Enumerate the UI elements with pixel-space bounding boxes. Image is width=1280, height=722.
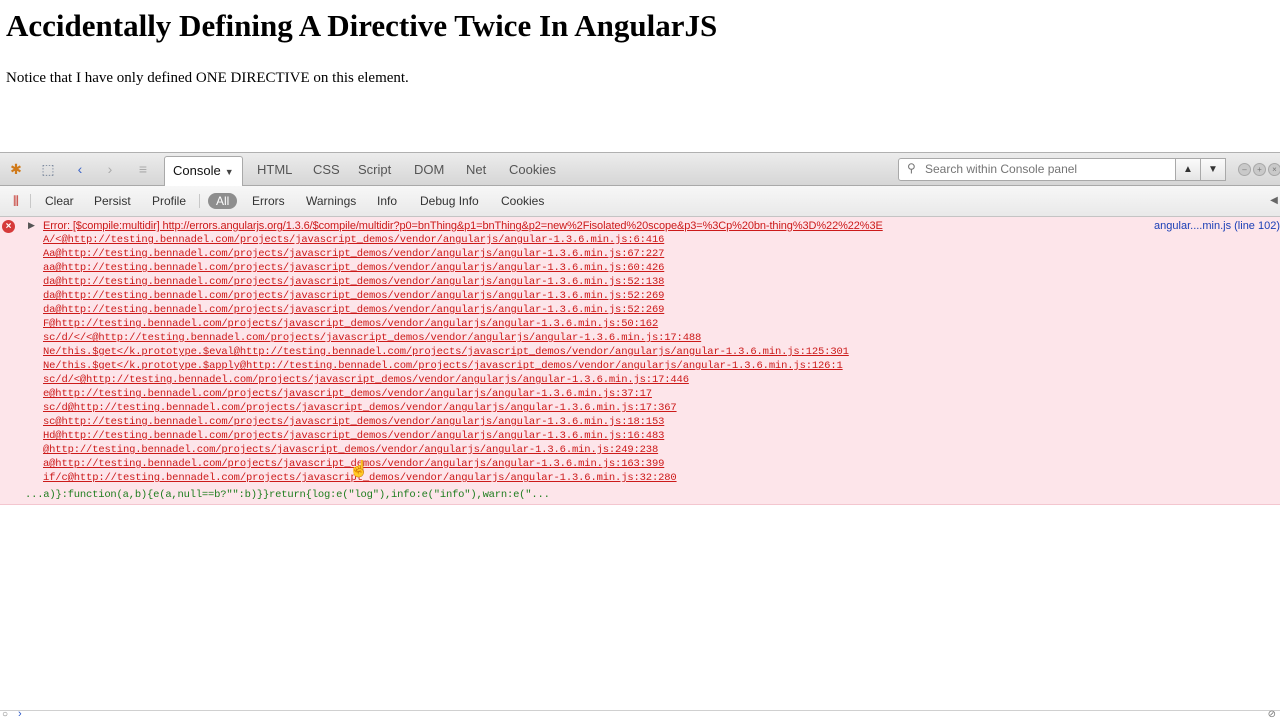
stack-trace-link[interactable]: da@http://testing.bennadel.com/projects/… bbox=[43, 289, 664, 303]
firebug-toolbar: ✱ ⬚ ‹ › ≡ Console ▼ HTML CSS Script DOM N… bbox=[0, 153, 1280, 186]
tab-console[interactable]: Console ▼ bbox=[164, 156, 243, 186]
stack-trace-link[interactable]: sc@http://testing.bennadel.com/projects/… bbox=[43, 415, 664, 429]
tab-net[interactable]: Net bbox=[462, 156, 490, 183]
forward-arrow-icon[interactable]: › bbox=[102, 161, 118, 177]
stack-trace-link[interactable]: Ne/this.$get</k.prototype.$eval@http://t… bbox=[43, 345, 849, 359]
filter-info-button[interactable]: Info bbox=[377, 193, 397, 209]
prompt-icon: › bbox=[18, 708, 22, 720]
close-icon[interactable]: × bbox=[1268, 163, 1280, 176]
stack-trace-link[interactable]: e@http://testing.bennadel.com/projects/j… bbox=[43, 387, 652, 401]
mouse-cursor-icon: ☝ bbox=[349, 461, 369, 478]
console-output: × ▶ Error: [$compile:multidir] http://er… bbox=[0, 217, 1280, 505]
stack-trace-link[interactable]: A/<@http://testing.bennadel.com/projects… bbox=[43, 233, 664, 247]
search-box: ⚲ bbox=[898, 158, 1176, 181]
tab-css[interactable]: CSS bbox=[309, 156, 344, 183]
back-arrow-icon[interactable]: ‹ bbox=[72, 161, 88, 177]
filter-cookies-button[interactable]: Cookies bbox=[501, 193, 544, 209]
persist-button[interactable]: Persist bbox=[94, 193, 131, 209]
tab-cookies[interactable]: Cookies bbox=[505, 156, 560, 183]
inspect-icon[interactable]: ⬚ bbox=[40, 161, 56, 177]
stack-trace-link[interactable]: da@http://testing.bennadel.com/projects/… bbox=[43, 275, 664, 289]
expand-command-icon[interactable]: ⊘ bbox=[1268, 709, 1276, 720]
error-source-link[interactable]: angular....min.js (line 102) bbox=[1154, 220, 1280, 232]
stack-trace-link[interactable]: @http://testing.bennadel.com/projects/ja… bbox=[43, 443, 658, 457]
search-icon: ⚲ bbox=[907, 161, 916, 175]
search-icon: ○ bbox=[2, 709, 9, 720]
command-line-icon[interactable]: ≡ bbox=[135, 161, 151, 177]
firebug-panel: ✱ ⬚ ‹ › ≡ Console ▼ HTML CSS Script DOM N… bbox=[0, 152, 1280, 722]
stack-trace-link[interactable]: sc/d@http://testing.bennadel.com/project… bbox=[43, 401, 677, 415]
stack-trace-link[interactable]: F@http://testing.bennadel.com/projects/j… bbox=[43, 317, 658, 331]
tab-html[interactable]: HTML bbox=[253, 156, 296, 183]
divider bbox=[199, 194, 200, 208]
collapse-left-icon[interactable]: ◀ bbox=[1266, 193, 1280, 209]
search-prev-button[interactable]: ▲ bbox=[1175, 158, 1201, 181]
stack-trace-link[interactable]: aa@http://testing.bennadel.com/projects/… bbox=[43, 261, 664, 275]
expand-triangle-icon[interactable]: ▶ bbox=[28, 220, 35, 231]
error-entry: × ▶ Error: [$compile:multidir] http://er… bbox=[0, 217, 1280, 505]
page-text: Notice that I have only defined ONE DIRE… bbox=[6, 70, 409, 86]
firebug-icon[interactable]: ✱ bbox=[8, 161, 24, 177]
page-title: Accidentally Defining A Directive Twice … bbox=[6, 8, 718, 43]
break-on-error-icon[interactable]: ⦀ bbox=[8, 193, 24, 209]
clear-button[interactable]: Clear bbox=[45, 193, 74, 209]
stack-trace-link[interactable]: Aa@http://testing.bennadel.com/projects/… bbox=[43, 247, 664, 261]
filter-all-button[interactable]: All bbox=[208, 193, 238, 209]
filter-debug-info-button[interactable]: Debug Info bbox=[420, 193, 479, 209]
stack-trace-link[interactable]: Ne/this.$get</k.prototype.$apply@http://… bbox=[43, 359, 843, 373]
profile-button[interactable]: Profile bbox=[152, 193, 186, 209]
minimize-icon[interactable]: – bbox=[1238, 163, 1251, 176]
command-line[interactable]: ○ › ⊘ bbox=[0, 708, 1280, 722]
error-code-snippet: ...a)}:function(a,b){e(a,null==b?"":b)}}… bbox=[25, 489, 550, 501]
tab-dom[interactable]: DOM bbox=[410, 156, 448, 183]
chevron-down-icon: ▼ bbox=[224, 167, 234, 177]
error-icon: × bbox=[2, 220, 15, 233]
filter-warnings-button[interactable]: Warnings bbox=[306, 193, 356, 209]
filter-errors-button[interactable]: Errors bbox=[252, 193, 285, 209]
console-toolbar: ⦀ Clear Persist Profile All Errors Warni… bbox=[0, 186, 1280, 217]
tab-script[interactable]: Script bbox=[354, 156, 395, 183]
divider bbox=[30, 194, 31, 208]
tab-console-label: Console bbox=[173, 163, 221, 178]
stack-trace-link[interactable]: sc/d/<@http://testing.bennadel.com/proje… bbox=[43, 373, 689, 387]
stack-trace-link[interactable]: sc/d/</<@http://testing.bennadel.com/pro… bbox=[43, 331, 701, 345]
search-next-button[interactable]: ▼ bbox=[1200, 158, 1226, 181]
stack-trace-link[interactable]: Hd@http://testing.bennadel.com/projects/… bbox=[43, 429, 664, 443]
detach-icon[interactable]: + bbox=[1253, 163, 1266, 176]
stack-trace-link[interactable]: da@http://testing.bennadel.com/projects/… bbox=[43, 303, 664, 317]
search-input[interactable] bbox=[925, 160, 1165, 178]
error-message-link[interactable]: Error: [$compile:multidir] http://errors… bbox=[43, 219, 883, 233]
